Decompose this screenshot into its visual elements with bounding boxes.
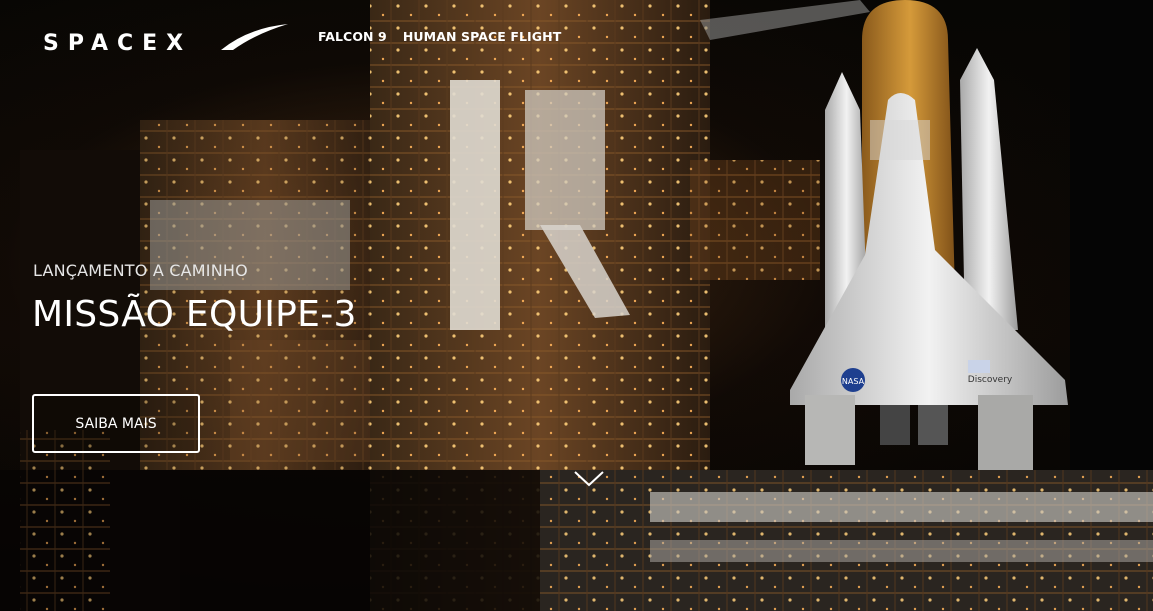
nasa-logo-text: NASA [842, 377, 865, 386]
logo-swoosh [221, 24, 288, 50]
orbiter-name-text: Discovery [968, 375, 1013, 385]
logo-text: SPACEX [43, 31, 192, 56]
main-nav: FALCON 9 HUMAN SPACE FLIGHT [318, 29, 561, 44]
hero-title: MISSÃO EQUIPE-3 [32, 294, 357, 335]
saiba-mais-button[interactable]: SAIBA MAIS [32, 394, 200, 453]
chevron-down-icon[interactable] [573, 470, 605, 488]
nav-human-space-flight[interactable]: HUMAN SPACE FLIGHT [403, 29, 562, 44]
spacex-logo[interactable]: SPACEX [43, 24, 288, 58]
hero-subtitle: LANÇAMENTO A CAMINHO [33, 261, 248, 280]
nav-falcon-9[interactable]: FALCON 9 [318, 29, 387, 44]
